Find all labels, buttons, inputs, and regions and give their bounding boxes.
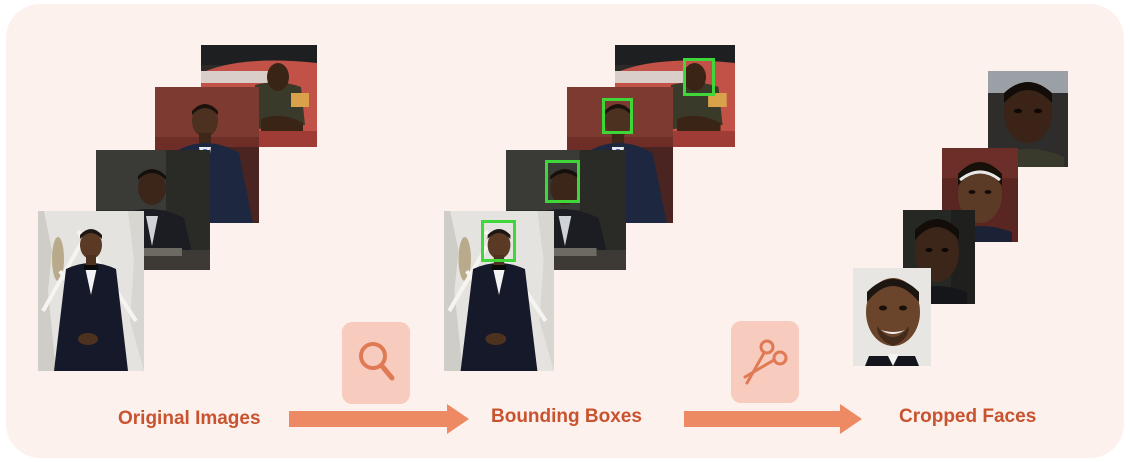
arrow-to-bounding-boxes: [289, 404, 469, 434]
magnifier-icon-tile: [342, 322, 410, 404]
stage-label-original-images: Original Images: [118, 408, 261, 429]
face-bounding-box: [683, 58, 715, 96]
face-bounding-box: [545, 160, 580, 203]
stage-label-bounding-boxes: Bounding Boxes: [491, 406, 642, 427]
scissors-icon: [743, 339, 788, 385]
original-image-tuxedo: [38, 211, 144, 371]
magnifier-icon: [359, 342, 395, 381]
stage-label-cropped-faces: Cropped Faces: [899, 406, 1037, 427]
face-bounding-box: [481, 220, 516, 262]
cropped-face-tuxedo: [853, 268, 931, 366]
face-bounding-box: [602, 98, 633, 134]
arrow-to-cropped-faces: [684, 404, 862, 434]
scissors-icon-tile: [731, 321, 799, 403]
